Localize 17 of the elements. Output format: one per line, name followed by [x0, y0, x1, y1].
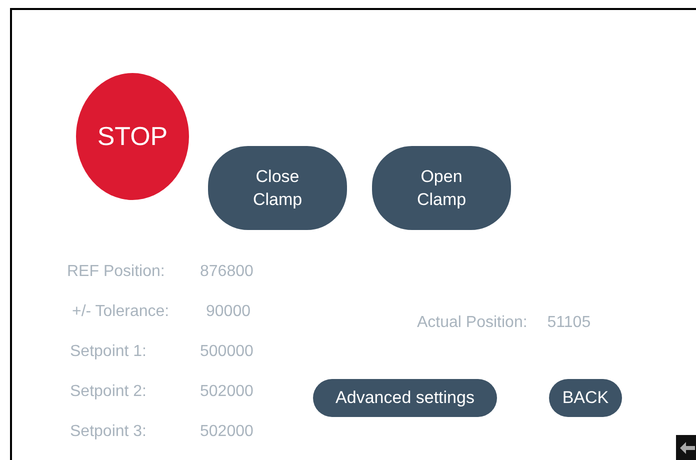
parameter-value: 500000	[200, 343, 254, 361]
nav-button[interactable]: Advanced settings	[313, 379, 497, 417]
parameter-value: 51105	[547, 314, 591, 332]
nav-button[interactable]: BACK	[549, 379, 622, 417]
parameter-label: Setpoint 1:	[70, 343, 148, 361]
parameter-label: +/- Tolerance:	[72, 303, 170, 321]
parameter-value: 502000	[200, 383, 254, 401]
clamp-button[interactable]: Close Clamp	[208, 146, 347, 230]
clamp-button[interactable]: Open Clamp	[372, 146, 511, 230]
parameter-label: REF Position:	[67, 263, 166, 281]
stop-button[interactable]: STOP	[76, 73, 189, 200]
parameter-label: Setpoint 2:	[70, 383, 148, 401]
parameter-value: 502000	[200, 423, 254, 441]
parameter-value: 876800	[200, 263, 254, 281]
parameter-label: Actual Position:	[417, 314, 528, 332]
parameter-label: Setpoint 3:	[70, 423, 148, 441]
parameter-value: 90000	[206, 303, 250, 321]
